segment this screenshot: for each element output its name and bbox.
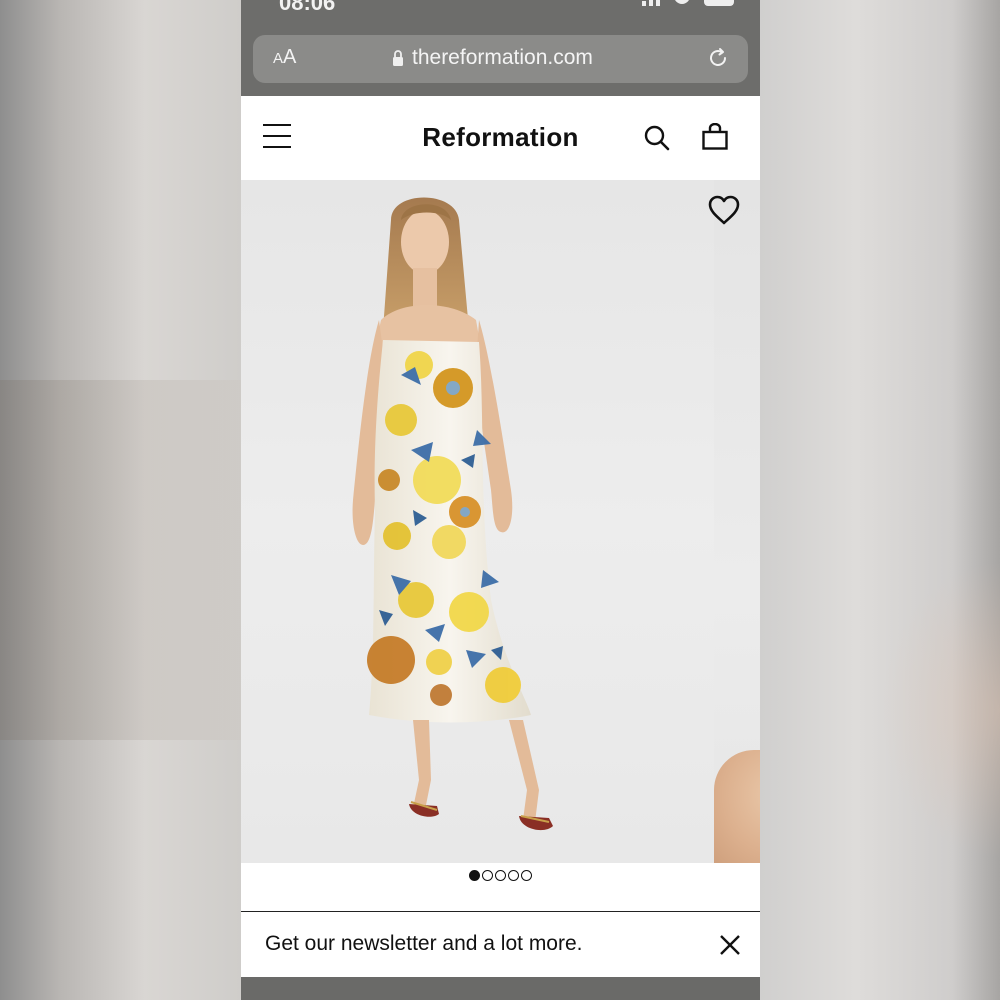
carousel-dot[interactable] bbox=[508, 870, 519, 881]
newsletter-banner[interactable]: Get our newsletter and a lot more. bbox=[241, 911, 760, 977]
newsletter-text[interactable]: Get our newsletter and a lot more. bbox=[265, 932, 583, 956]
text-size-button[interactable]: AA bbox=[273, 46, 296, 69]
carousel-dot[interactable] bbox=[521, 870, 532, 881]
browser-bottom-toolbar bbox=[241, 977, 760, 1000]
search-icon[interactable] bbox=[643, 124, 671, 152]
heart-icon[interactable] bbox=[707, 194, 741, 226]
carousel-dot[interactable] bbox=[469, 870, 480, 881]
url-field[interactable]: AA thereformation.com bbox=[253, 35, 748, 83]
shopping-bag-icon[interactable] bbox=[701, 123, 729, 151]
status-time: 08:06 bbox=[279, 0, 336, 15]
lock-icon bbox=[393, 50, 403, 66]
status-bar: 08:06 bbox=[241, 0, 760, 18]
next-product-image[interactable] bbox=[714, 180, 760, 863]
wifi-icon bbox=[674, 0, 690, 4]
carousel-dot[interactable] bbox=[482, 870, 493, 881]
phone-screen: 08:06 AA thereformation.com Reformation … bbox=[241, 0, 760, 1000]
blurred-backdrop-right bbox=[760, 0, 1000, 1000]
signal-icon bbox=[642, 0, 660, 6]
reload-icon[interactable] bbox=[706, 46, 730, 70]
carousel-dots bbox=[241, 870, 760, 881]
product-image[interactable] bbox=[241, 180, 714, 863]
battery-icon bbox=[704, 0, 734, 6]
carousel-dot[interactable] bbox=[495, 870, 506, 881]
model-photo bbox=[352, 197, 553, 831]
close-icon[interactable] bbox=[719, 934, 741, 956]
blurred-backdrop-left bbox=[0, 0, 241, 1000]
status-icons bbox=[642, 0, 734, 6]
site-logo[interactable]: Reformation bbox=[241, 122, 760, 153]
site-header: Reformation bbox=[241, 96, 760, 180]
url-text: thereformation.com bbox=[412, 46, 593, 69]
browser-address-bar: AA thereformation.com bbox=[241, 18, 760, 96]
